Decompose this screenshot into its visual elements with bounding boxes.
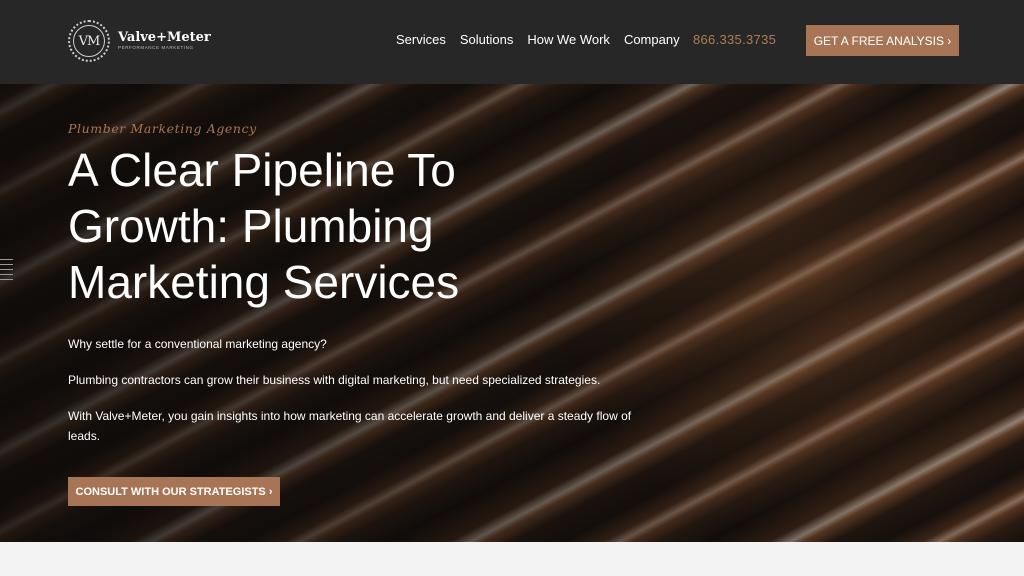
logo[interactable]: VM Valve+Meter PERFORMANCE MARKETING — [68, 20, 211, 62]
nav-item-services[interactable]: Services — [396, 32, 446, 47]
hero-background-image — [544, 84, 1024, 542]
nav-item-solutions[interactable]: Solutions — [460, 32, 513, 47]
hero-title: A Clear Pipeline To Growth: Plumbing Mar… — [68, 144, 460, 308]
hero-paragraph: Plumbing contractors can grow their busi… — [68, 373, 601, 387]
hero-paragraph: With Valve+Meter, you gain insights into… — [68, 409, 632, 443]
logo-name: Valve+Meter — [118, 30, 211, 46]
logo-monogram-icon: VM — [68, 20, 110, 62]
main-nav: Services Solutions How We Work Company — [396, 32, 694, 47]
nav-item-how-we-work[interactable]: How We Work — [527, 32, 610, 47]
logo-monogram: VM — [73, 25, 105, 57]
site-header: VM Valve+Meter PERFORMANCE MARKETING Ser… — [0, 0, 1024, 84]
next-section — [0, 542, 1024, 576]
hero-eyebrow: Plumber Marketing Agency — [68, 121, 257, 136]
logo-wordmark: Valve+Meter PERFORMANCE MARKETING — [118, 31, 211, 51]
logo-tagline: PERFORMANCE MARKETING — [118, 45, 194, 51]
hero-section: Plumber Marketing Agency A Clear Pipelin… — [0, 84, 1024, 542]
free-analysis-button[interactable]: GET A FREE ANALYSIS › — [806, 25, 959, 56]
consult-strategists-button[interactable]: CONSULT WITH OUR STRATEGISTS › — [68, 477, 280, 506]
side-menu-lines-icon[interactable] — [0, 259, 13, 284]
hero-paragraph: Why settle for a conventional marketing … — [68, 337, 327, 351]
nav-item-company[interactable]: Company — [624, 32, 680, 47]
phone-link[interactable]: 866.335.3735 — [693, 32, 776, 47]
